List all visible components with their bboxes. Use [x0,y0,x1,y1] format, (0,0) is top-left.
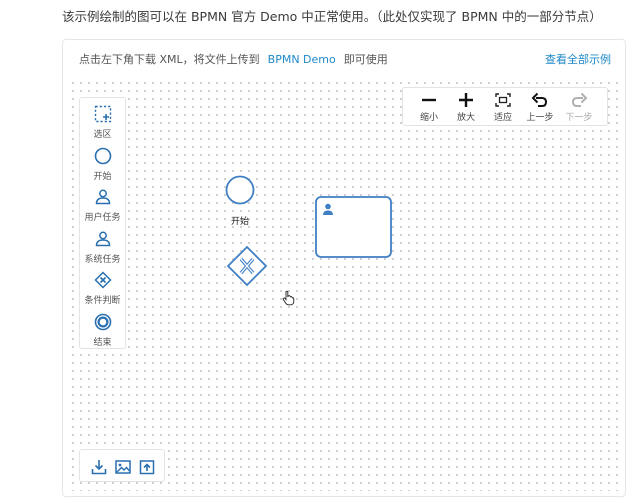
fit-view-icon [495,93,511,107]
export-bar [79,449,165,482]
hint-suffix: 即可使用 [343,53,388,66]
undo-icon [531,92,548,107]
hand-cursor-icon [282,290,295,306]
zoom-out-button[interactable]: 缩小 [411,92,447,123]
view-all-examples-link[interactable]: 查看全部示例 [545,51,611,67]
download-xml-icon[interactable] [90,458,108,476]
undo-button[interactable]: 上一步 [522,92,558,123]
upload-hint: 点击左下角下载 XML，将文件上传到 BPMN Demo 即可使用 [79,51,388,67]
zoom-in-button[interactable]: 放大 [448,92,484,123]
tool-label: 下一步 [565,113,593,123]
diagram-canvas[interactable]: 选区 开始 用户任务 系统任务 条件判断 结束 开始 缩小 放大 适应 上一步 … [69,79,620,491]
tool-label: 缩小 [419,113,438,123]
user-icon [325,203,331,210]
upload-icon[interactable] [138,458,156,476]
tool-label: 适应 [493,113,512,123]
exclusive-gateway-node[interactable] [226,245,268,287]
start-event-label: 开始 [231,217,250,227]
tool-label: 放大 [456,113,475,123]
canvas-toolbar: 缩小 放大 适应 上一步 下一步 [402,87,608,126]
export-image-icon[interactable] [114,458,132,476]
hint-prefix: 点击左下角下载 XML，将文件上传到 [79,53,260,66]
bpmn-demo-link[interactable]: BPMN Demo [268,53,336,66]
tool-label: 上一步 [526,113,554,123]
bpmn-demo-panel: 点击左下角下载 XML，将文件上传到 BPMN Demo 即可使用 查看全部示例 选… [62,39,626,497]
diagram-layer [225,175,392,287]
zoom-out-icon [422,98,436,102]
panel-header: 点击左下角下载 XML，将文件上传到 BPMN Demo 即可使用 查看全部示例 [63,40,625,76]
redo-icon [571,92,588,107]
zoom-in-icon [459,93,473,107]
start-event-node[interactable] [225,175,255,205]
fit-view-button[interactable]: 适应 [485,92,521,123]
intro-text: 该示例绘制的图可以在 BPMN 官方 Demo 中正常使用。（此处仅实现了 BP… [62,9,602,24]
redo-button[interactable]: 下一步 [561,92,597,123]
user-task-node[interactable] [315,196,392,258]
